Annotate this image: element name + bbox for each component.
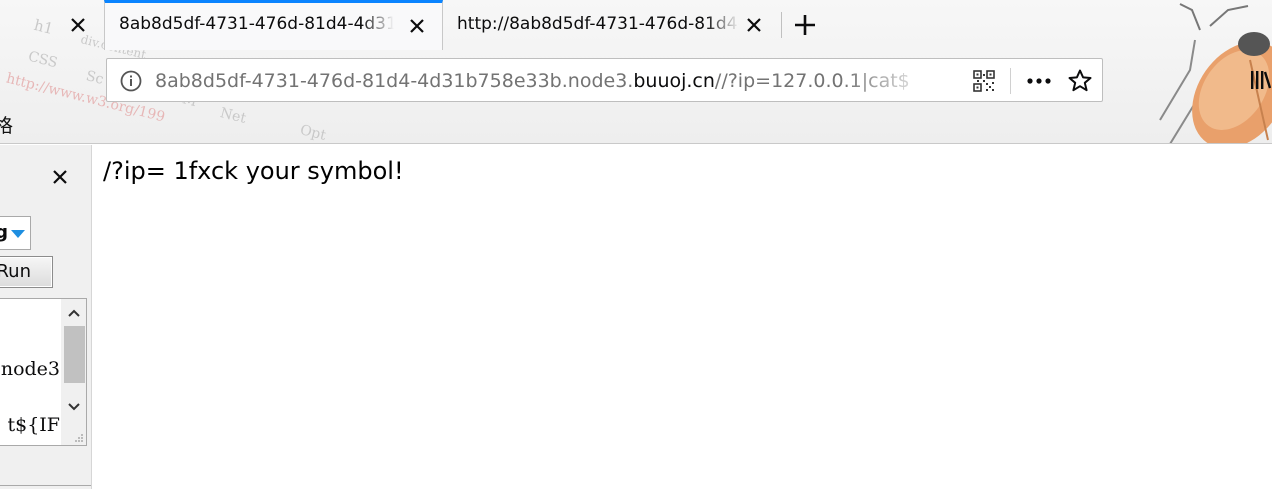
chevron-down-icon — [11, 230, 25, 238]
page-message: /?ip= 1fxck your symbol! — [103, 157, 404, 185]
url-domain: buuoj.cn — [633, 70, 715, 92]
bookmark-item[interactable]: 格 — [0, 111, 13, 138]
more-icon[interactable] — [1024, 70, 1054, 92]
close-icon — [53, 170, 67, 184]
new-tab-button[interactable] — [790, 10, 820, 40]
textarea-line: t${IF — [7, 414, 60, 436]
tab-second[interactable]: http://8ab8d5df-4731-476d-81d4-4d31b758e… — [443, 0, 782, 50]
url-separator — [1010, 68, 1011, 94]
scrollbar-thumb[interactable] — [64, 326, 85, 383]
qr-code-icon[interactable] — [973, 70, 995, 92]
scroll-up-icon[interactable] — [61, 302, 86, 324]
url-suffix: //?ip=127.0.0.1|cat$ — [714, 70, 910, 92]
library-icon[interactable] — [1250, 68, 1272, 92]
resize-grip-icon[interactable] — [74, 433, 84, 443]
run-button[interactable]: Run — [0, 256, 53, 288]
plus-icon — [795, 15, 815, 35]
url-bar[interactable]: 8ab8d5df-4731-476d-81d4-4d31b758e33b.nod… — [106, 58, 1103, 102]
tab-separator — [781, 12, 782, 38]
sidebar-close-button[interactable] — [46, 163, 74, 191]
sidebar-divider — [0, 485, 91, 486]
textarea-scrollbar[interactable] — [61, 299, 86, 445]
star-icon[interactable] — [1067, 68, 1093, 94]
tab-active[interactable]: 8ab8d5df-4731-476d-81d4-4d31b758e33b.nod… — [104, 0, 443, 50]
info-icon[interactable] — [119, 69, 143, 93]
page-content: /?ip= 1fxck your symbol! — [93, 145, 1272, 489]
tab-title: http://8ab8d5df-4731-476d-81d4-4d31b758e… — [457, 14, 739, 34]
tab-previous[interactable] — [0, 0, 104, 50]
url-text[interactable]: 8ab8d5df-4731-476d-81d4-4d31b758e33b.nod… — [155, 70, 937, 92]
textarea-line: node3 — [0, 358, 60, 380]
sidebar-select-value: g — [0, 222, 8, 243]
browser-chrome: h1 div.content CSS Sc http://www.w3.org/… — [0, 0, 1272, 144]
sidebar-panel: g Run node3 t${IF — [0, 145, 92, 489]
close-icon[interactable] — [740, 11, 768, 39]
scroll-down-icon[interactable] — [61, 396, 86, 418]
close-icon[interactable] — [64, 11, 92, 39]
close-icon[interactable] — [403, 12, 431, 40]
tab-strip: 8ab8d5df-4731-476d-81d4-4d31b758e33b.nod… — [0, 0, 1272, 50]
sidebar-select[interactable]: g — [0, 216, 31, 250]
sidebar-textarea[interactable]: node3 t${IF — [0, 298, 87, 446]
url-prefix: 8ab8d5df-4731-476d-81d4-4d31b758e33b.nod… — [155, 70, 634, 92]
tab-title: 8ab8d5df-4731-476d-81d4-4d31b758e33b.nod… — [119, 14, 394, 34]
